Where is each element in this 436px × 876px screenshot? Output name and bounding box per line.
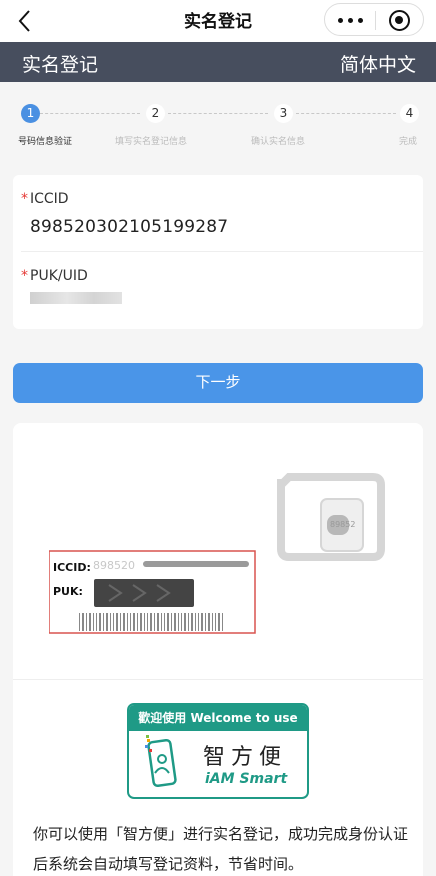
step-connector — [168, 113, 268, 114]
step-connector — [40, 113, 140, 114]
puk-field-masked[interactable] — [30, 292, 122, 304]
sim-iccid-prefix: 898520 — [93, 559, 135, 572]
capsule-menu — [324, 3, 424, 36]
logo-cn-text: 智方便 — [203, 745, 288, 770]
iccid-label-text: ICCID — [30, 191, 69, 207]
step-1-label: 号码信息验证 — [18, 137, 73, 147]
puk-label-text: PUK/UID — [30, 268, 88, 284]
step-2-circle: 2 — [146, 104, 165, 123]
iccid-label: * ICCID — [21, 191, 69, 207]
step-indicator: 1 2 3 4 号码信息验证 填写实名登记信息 确认实名信息 完成 — [0, 100, 436, 150]
step-connector — [296, 113, 396, 114]
language-selector[interactable]: 简体中文 — [340, 50, 416, 77]
step-4-label: 完成 — [399, 137, 418, 147]
app-header: 实名登记 简体中文 — [0, 42, 436, 82]
required-mark: * — [21, 268, 28, 284]
step-3-label: 确认实名信息 — [251, 137, 306, 147]
capsule-divider — [375, 11, 376, 30]
step-4-circle: 4 — [400, 104, 419, 123]
sim-puk-label: PUK: — [53, 585, 83, 598]
verification-form: * ICCID 898520302105199287 * PUK/UID — [13, 175, 423, 329]
next-step-button[interactable]: 下一步 — [13, 363, 423, 403]
logo-en-text: iAM Smart — [205, 771, 288, 787]
info-card: 89852 ICCID: 898520 PUK: 歡迎使用 Welcome to… — [13, 423, 423, 876]
step-2-label: 填写实名登记信息 — [115, 137, 188, 147]
logo-welcome-text: 歡迎使用 Welcome to use — [129, 705, 307, 731]
sim-chip-text: 89852 — [330, 520, 355, 529]
close-miniprogram-icon[interactable] — [389, 10, 410, 31]
iam-smart-description: 你可以使用「智方便」进行实名登记，成功完成身份认证后系统会自动填写登记资料，节省… — [33, 825, 409, 873]
card-divider — [13, 679, 423, 680]
field-divider — [21, 251, 423, 252]
sim-iccid-label: ICCID: — [53, 561, 91, 574]
required-mark: * — [21, 191, 28, 207]
puk-label: * PUK/UID — [21, 268, 88, 284]
header-title: 实名登记 — [22, 54, 99, 76]
top-nav-bar: 实名登记 — [0, 0, 436, 42]
step-3-circle: 3 — [274, 104, 293, 123]
step-1-circle: 1 — [21, 104, 40, 123]
more-icon[interactable] — [338, 18, 364, 23]
smartphone-icon — [145, 735, 177, 788]
sim-card-illustration: 89852 ICCID: 898520 PUK: — [49, 473, 385, 634]
barcode-graphic — [79, 613, 223, 631]
iccid-field[interactable]: 898520302105199287 — [30, 217, 228, 237]
iam-smart-logo[interactable]: 歡迎使用 Welcome to use 智方便 iAM Smart — [127, 703, 309, 799]
